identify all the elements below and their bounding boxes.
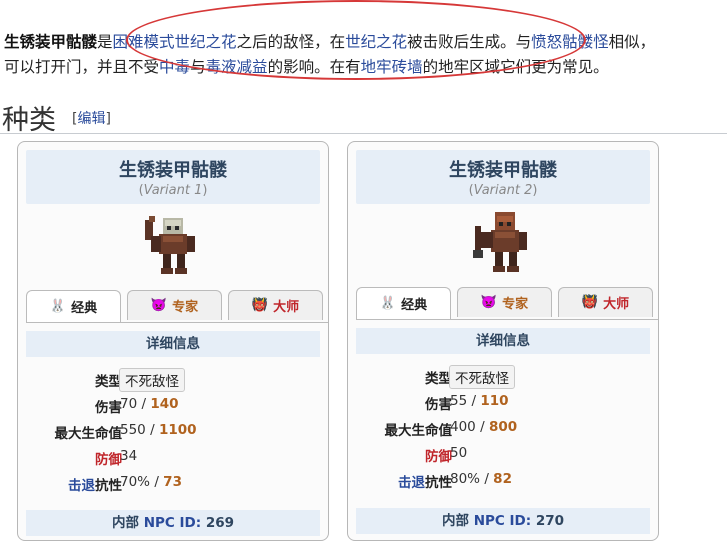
- tab-label: 专家: [502, 297, 529, 312]
- defense-link[interactable]: 防御: [95, 448, 122, 468]
- bunny-icon: 🐰: [379, 296, 397, 311]
- master-icon: 👹: [251, 298, 269, 313]
- details-header: 详细信息: [356, 328, 650, 354]
- stats-table: 类型 不死敌怪 伤害 55 / 110 最大生命值 400 / 800 防御 5…: [356, 363, 650, 493]
- difficulty-tabs: 🐰 经典 👿 专家 👹 大师: [356, 287, 658, 319]
- section-title: 种类: [2, 105, 56, 136]
- npc-id-link[interactable]: NPC ID:: [474, 513, 531, 529]
- stat-row-defense: 防御 50: [356, 441, 650, 467]
- tab-divider: [26, 322, 328, 323]
- intro-text: 是: [97, 33, 113, 51]
- npc-id-row: 内部 NPC ID: 270: [356, 508, 650, 534]
- tab-classic[interactable]: 🐰 经典: [356, 287, 451, 319]
- intro-text: 相似，: [608, 33, 656, 51]
- npc-id-link[interactable]: NPC ID:: [144, 515, 201, 531]
- stat-label: 伤害: [95, 400, 122, 416]
- tab-divider: [356, 319, 658, 320]
- tab-master[interactable]: 👹 大师: [558, 287, 653, 317]
- expert-icon: 👿: [480, 295, 498, 310]
- npc-sprite: [145, 216, 195, 274]
- tab-classic[interactable]: 🐰 经典: [26, 290, 121, 322]
- stat-value: 80% / 82: [450, 471, 512, 487]
- npc-infobox-variant-2: 生锈装甲骷髅 (Variant 2) 🐰 经典 👿 专家 👹 大师 详细信息 类…: [347, 141, 659, 541]
- stat-row-damage: 伤害 55 / 110: [356, 389, 650, 415]
- bunny-icon: 🐰: [49, 299, 67, 314]
- npc-title: 生锈装甲骷髅: [119, 160, 227, 181]
- tab-label: 专家: [172, 300, 199, 315]
- tab-expert[interactable]: 👿 专家: [457, 287, 552, 317]
- stat-row-damage: 伤害 70 / 140: [26, 392, 320, 418]
- master-icon: 👹: [581, 295, 599, 310]
- npc-title: 生锈装甲骷髅: [449, 160, 557, 181]
- npc-id-value: 269: [205, 515, 235, 531]
- difficulty-tabs: 🐰 经典 👿 专家 👹 大师: [26, 290, 328, 322]
- stat-value: 50: [450, 445, 468, 461]
- npc-id-prefix: 内部: [441, 513, 474, 529]
- npc-id-value: 270: [535, 513, 565, 529]
- stat-value: 550 / 1100: [120, 422, 197, 438]
- stat-row-life: 最大生命值 550 / 1100: [26, 418, 320, 444]
- tab-label: 大师: [273, 300, 300, 315]
- expert-icon: 👿: [150, 298, 168, 313]
- npc-id-row: 内部 NPC ID: 269: [26, 510, 320, 536]
- intro-text: 可以打开门，并且不受: [4, 58, 160, 76]
- variant-label: (Variant 2): [468, 183, 538, 198]
- infobox-header: 生锈装甲骷髅 (Variant 2): [356, 150, 650, 204]
- tab-label: 大师: [603, 297, 630, 312]
- stat-row-knockback: 击退抗性 70% / 73: [26, 470, 320, 496]
- stat-value: 70% / 73: [120, 474, 182, 490]
- tab-master[interactable]: 👹 大师: [228, 290, 323, 320]
- stat-label: 类型: [95, 374, 122, 390]
- edit-section: [编辑]: [72, 111, 111, 127]
- stat-label: 最大生命值: [384, 423, 453, 439]
- npc-sprite: [473, 212, 527, 272]
- defense-link[interactable]: 防御: [425, 445, 452, 465]
- type-tag[interactable]: 不死敌怪: [119, 368, 185, 392]
- stat-value: 34: [120, 448, 138, 464]
- stat-row-type: 类型 不死敌怪: [356, 363, 650, 389]
- npc-infobox-variant-1: 生锈装甲骷髅 (Variant 1) 🐰 经典 👿 专家 👹 大师 详细信息 类…: [17, 141, 329, 541]
- type-tag[interactable]: 不死敌怪: [449, 365, 515, 389]
- knockback-link[interactable]: 击退: [398, 475, 425, 491]
- stat-value: 400 / 800: [450, 419, 518, 435]
- red-annotation-ellipse: [126, 0, 586, 80]
- stat-row-knockback: 击退抗性 80% / 82: [356, 467, 650, 493]
- npc-id-prefix: 内部: [111, 515, 144, 531]
- knockback-link[interactable]: 击退: [68, 478, 95, 494]
- stat-label: 击退抗性: [68, 478, 122, 494]
- stat-value: 55 / 110: [450, 393, 509, 409]
- stats-table: 类型 不死敌怪 伤害 70 / 140 最大生命值 550 / 1100 防御 …: [26, 366, 320, 496]
- infobox-header: 生锈装甲骷髅 (Variant 1): [26, 150, 320, 204]
- stat-row-defense: 防御 34: [26, 444, 320, 470]
- details-header: 详细信息: [26, 331, 320, 357]
- tab-label: 经典: [71, 301, 98, 316]
- stat-label: 最大生命值: [54, 426, 123, 442]
- npc-name-bold: 生锈装甲骷髅: [4, 33, 98, 51]
- tab-expert[interactable]: 👿 专家: [127, 290, 222, 320]
- stat-value: 70 / 140: [120, 396, 179, 412]
- edit-link[interactable]: 编辑: [77, 111, 105, 127]
- tab-label: 经典: [401, 298, 428, 313]
- stat-row-type: 类型 不死敌怪: [26, 366, 320, 392]
- section-divider: [0, 133, 727, 134]
- stat-label: 类型: [425, 371, 452, 387]
- stat-label: 伤害: [425, 397, 452, 413]
- stat-label: 击退抗性: [398, 475, 452, 491]
- stat-row-life: 最大生命值 400 / 800: [356, 415, 650, 441]
- variant-label: (Variant 1): [138, 183, 208, 198]
